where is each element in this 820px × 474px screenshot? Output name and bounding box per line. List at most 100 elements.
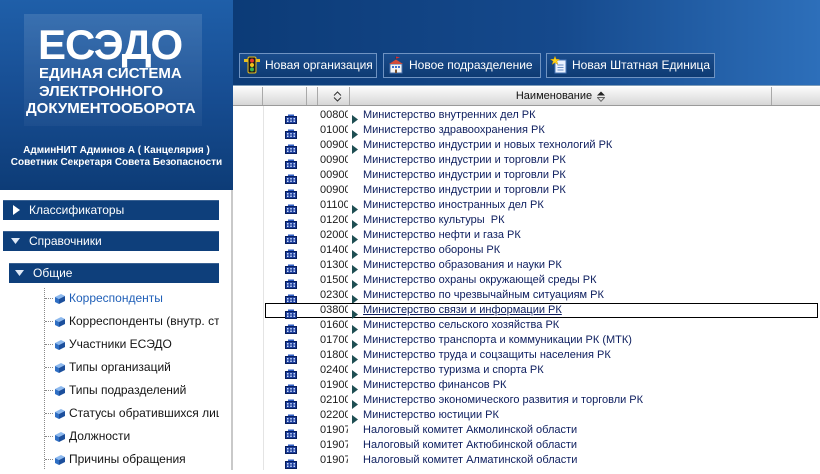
table-row[interactable]: 02000 Министерство нефти и газа РК xyxy=(265,228,818,244)
table-row[interactable]: 00900 Министерство индустрии и торговли Р… xyxy=(265,168,818,184)
expand-arrow-icon[interactable] xyxy=(352,231,358,244)
expand-arrow-icon[interactable] xyxy=(352,291,358,304)
table-row[interactable]: 00900 Министерство индустрии и новых техн… xyxy=(265,138,818,154)
chevron-down-icon xyxy=(15,263,24,283)
table-row[interactable]: 01907 Налоговый комитет Алматинской облас… xyxy=(265,453,818,469)
nav-section-classifiers[interactable]: Классификаторы xyxy=(3,200,219,220)
table-row[interactable]: 00900 Министерство индустрии и торговли Р… xyxy=(265,183,818,199)
row-code: 01100 xyxy=(320,199,348,211)
row-name: Министерство иностранных дел РК xyxy=(363,199,544,211)
expand-arrow-icon[interactable] xyxy=(352,351,358,364)
table-row[interactable]: 01907 Налоговый комитет Актюбинской облас… xyxy=(265,438,818,454)
row-code: 03800 xyxy=(320,304,348,316)
expand-arrow-icon[interactable] xyxy=(352,216,358,229)
row-code: 02400 xyxy=(320,364,348,376)
table-row[interactable]: 00900 Министерство индустрии и торговли Р… xyxy=(265,153,818,169)
table-row[interactable]: 02400 Министерство туризма и спорта РК xyxy=(265,363,818,379)
catalog-icon xyxy=(54,453,66,465)
table-row[interactable]: 01800 Министерство труда и соцзащиты насе… xyxy=(265,348,818,364)
expand-arrow-icon[interactable] xyxy=(352,261,358,274)
table-row[interactable]: 02300 Министерство по чрезвычайным ситуац… xyxy=(265,288,818,304)
nav-section-directories[interactable]: Справочники xyxy=(3,231,219,251)
organization-icon xyxy=(285,456,297,469)
tree-item[interactable]: Корреспонденты xyxy=(0,287,219,309)
table-row[interactable]: 01600 Министерство сельского хозяйства РК xyxy=(265,318,818,334)
row-name: Министерство туризма и спорта РК xyxy=(363,364,544,376)
organization-icon xyxy=(285,261,297,274)
tree-item[interactable]: Типы подразделений xyxy=(0,379,219,401)
row-code: 01800 xyxy=(320,349,348,361)
chevron-down-icon xyxy=(11,231,20,251)
row-code: 01907 xyxy=(320,439,348,451)
new-staff-unit-button[interactable]: Новая Штатная Единица xyxy=(546,53,715,78)
table-row[interactable]: 01100 Министерство иностранных дел РК xyxy=(265,198,818,214)
tree-connector xyxy=(45,298,53,299)
tree-item[interactable]: Корреспонденты (внутр. стр xyxy=(0,310,219,332)
row-name: Министерство обороны РК xyxy=(363,244,501,256)
tree-connector xyxy=(45,367,53,368)
table-row[interactable]: 01000 Министерство здравоохранения РК xyxy=(265,123,818,139)
expand-arrow-icon[interactable] xyxy=(352,396,358,409)
table-row[interactable]: 01300 Министерство образования и науки РК xyxy=(265,258,818,274)
row-code: 00900 xyxy=(320,169,348,181)
expand-arrow-icon[interactable] xyxy=(352,246,358,259)
row-name: Министерство по чрезвычайным ситуациям Р… xyxy=(363,289,604,301)
nav-group-general[interactable]: Общие xyxy=(9,263,219,283)
row-name: Министерство труда и соцзащиты населения… xyxy=(363,349,611,361)
row-code: 01000 xyxy=(320,124,348,136)
organization-icon xyxy=(285,246,297,259)
row-code: 01907 xyxy=(320,454,348,466)
row-name: Министерство сельского хозяйства РК xyxy=(363,319,560,331)
organization-icon xyxy=(285,171,297,184)
app-subtitle-line: ЕДИНАЯ СИСТЕМА xyxy=(39,65,182,82)
row-code: 01500 xyxy=(320,274,348,286)
table-row[interactable]: 01400 Министерство обороны РК xyxy=(265,243,818,259)
expand-arrow-icon[interactable] xyxy=(352,276,358,289)
organization-icon xyxy=(285,231,297,244)
expand-arrow-icon[interactable] xyxy=(352,111,358,124)
table-row[interactable]: 01700 Министерство транспорта и коммуника… xyxy=(265,333,818,349)
row-code: 02200 xyxy=(320,409,348,421)
new-department-button[interactable]: Новое подразделение xyxy=(383,53,541,78)
organization-icon xyxy=(285,351,297,364)
organization-icon xyxy=(285,126,297,139)
expand-arrow-icon[interactable] xyxy=(352,201,358,214)
organization-icon xyxy=(285,426,297,439)
table-row[interactable]: 01907 Налоговый комитет Акмолинской облас… xyxy=(265,423,818,439)
expand-arrow-icon[interactable] xyxy=(352,411,358,424)
row-code: 01900 xyxy=(320,379,348,391)
catalog-icon xyxy=(54,292,66,304)
expand-arrow-icon[interactable] xyxy=(352,141,358,154)
new-organization-button[interactable]: Новая организация xyxy=(239,53,377,78)
row-code: 00900 xyxy=(320,139,348,151)
expand-arrow-icon[interactable] xyxy=(352,381,358,394)
organization-icon xyxy=(285,186,297,199)
expand-arrow-icon[interactable] xyxy=(352,306,358,319)
tree-connector xyxy=(45,321,53,322)
row-name: Министерство здравоохранения РК xyxy=(363,124,545,136)
table-row[interactable]: 01900 Министерство финансов РК xyxy=(265,378,818,394)
table-row[interactable]: 02100 Министерство экономического развити… xyxy=(265,393,818,409)
organization-icon xyxy=(285,396,297,409)
tree-item[interactable]: Типы организаций xyxy=(0,356,219,378)
table-row[interactable]: 00800 Министерство внутренних дел РК xyxy=(265,108,818,124)
tree-item-label: Участники ЕСЭДО xyxy=(69,337,172,351)
table-row[interactable]: 03800 Министерство связи и информации РК xyxy=(265,303,818,319)
tree-item[interactable]: Участники ЕСЭДО xyxy=(0,333,219,355)
expand-arrow-icon[interactable] xyxy=(352,336,358,349)
expand-arrow-icon[interactable] xyxy=(352,126,358,139)
organization-icon xyxy=(285,381,297,394)
tree-item[interactable]: Статусы обратившихся лиц xyxy=(0,402,219,424)
table-row[interactable]: 02200 Министерство юстиции РК xyxy=(265,408,818,424)
tree-item-label: Причины обращения xyxy=(69,452,186,466)
expand-arrow-icon[interactable] xyxy=(352,366,358,379)
row-name: Министерство внутренних дел РК xyxy=(363,109,536,121)
organization-icon xyxy=(285,156,297,169)
table-row[interactable]: 01500 Министерство охраны окружающей сред… xyxy=(265,273,818,289)
table-row[interactable]: 01200 Министерство культуры РК xyxy=(265,213,818,229)
expand-arrow-icon[interactable] xyxy=(352,321,358,334)
row-name: Налоговый комитет Акмолинской области xyxy=(363,424,578,436)
organization-icon xyxy=(285,201,297,214)
tree-item[interactable]: Причины обращения xyxy=(0,448,219,470)
tree-item[interactable]: Должности xyxy=(0,425,219,447)
